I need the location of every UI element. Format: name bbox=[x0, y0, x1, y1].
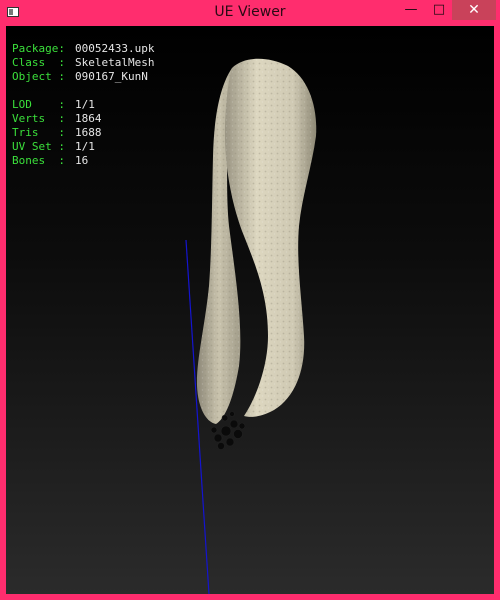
hud-label: Verts : bbox=[12, 112, 65, 125]
hud-value: 090167_KunN bbox=[75, 70, 148, 83]
hud-label: Bones : bbox=[12, 154, 65, 167]
minimize-button[interactable]: — bbox=[398, 0, 424, 20]
hud-row-verts: Verts : 1864 bbox=[12, 112, 154, 126]
hud-row-bones: Bones : 16 bbox=[12, 154, 154, 168]
hud-label: UV Set : bbox=[12, 140, 65, 153]
hud-value: 1688 bbox=[75, 126, 102, 139]
close-button[interactable]: ✕ bbox=[452, 0, 496, 20]
axis-line bbox=[185, 239, 210, 594]
hud-row-object: Object : 090167_KunN bbox=[12, 70, 154, 84]
hud-label: Object : bbox=[12, 70, 65, 83]
hud-value: 00052433.upk bbox=[75, 42, 155, 55]
hud-label: Package: bbox=[12, 42, 65, 55]
hud-value: 1864 bbox=[75, 112, 102, 125]
title-bar[interactable]: UE Viewer — □ ✕ bbox=[0, 0, 500, 26]
maximize-button[interactable]: □ bbox=[426, 0, 452, 20]
hud-value: 1/1 bbox=[75, 98, 95, 111]
hud-label: Class : bbox=[12, 56, 65, 69]
hud-row-class: Class : SkeletalMesh bbox=[12, 56, 154, 70]
hud-value: 16 bbox=[75, 154, 89, 167]
hud-row-uvset: UV Set : 1/1 bbox=[12, 140, 154, 154]
hud-row-lod: LOD : 1/1 bbox=[12, 98, 154, 112]
hud-label: LOD : bbox=[12, 98, 65, 111]
app-window: UE Viewer — □ ✕ Package: 00052433.upk Cl… bbox=[0, 0, 500, 600]
mesh-info-overlay: Package: 00052433.upk Class : SkeletalMe… bbox=[12, 42, 154, 168]
window-title: UE Viewer bbox=[214, 4, 286, 20]
hud-label: Tris : bbox=[12, 126, 65, 139]
hud-value: 1/1 bbox=[75, 140, 95, 153]
hud-row-package: Package: 00052433.upk bbox=[12, 42, 154, 56]
hud-value: SkeletalMesh bbox=[75, 56, 155, 69]
3d-viewport[interactable]: Package: 00052433.upk Class : SkeletalMe… bbox=[6, 26, 494, 594]
hud-row-tris: Tris : 1688 bbox=[12, 126, 154, 140]
